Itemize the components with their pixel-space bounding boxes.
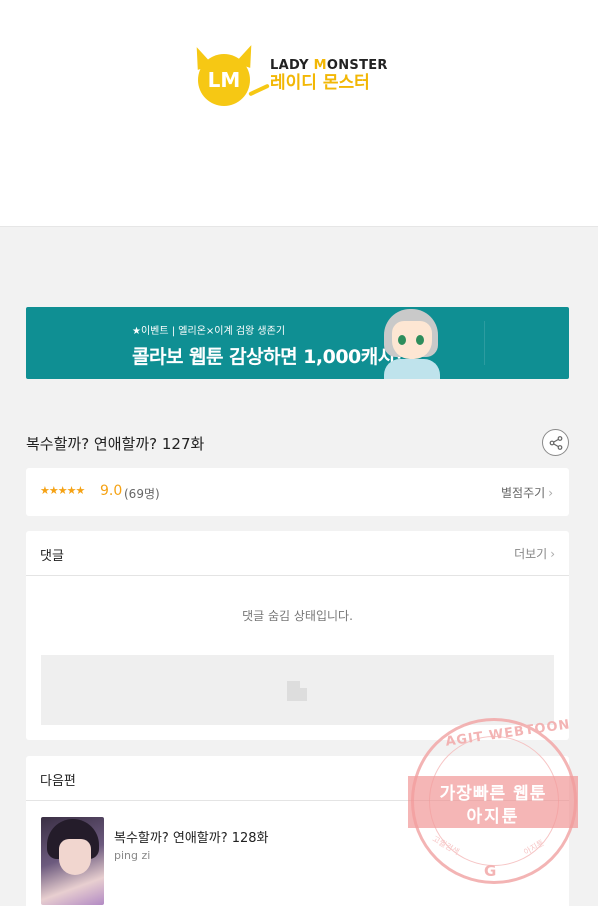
banner-divider (484, 321, 485, 365)
chevron-right-icon: › (550, 547, 555, 561)
ad-placeholder[interactable] (41, 655, 554, 725)
rating-count: (69명) (124, 487, 160, 501)
banner-main-text: 콜라보 웹툰 감상하면 1,000캐시! (132, 346, 403, 368)
rate-button[interactable]: 별점주기 › (501, 484, 553, 501)
logo-mark-text: LM (207, 68, 241, 92)
logo-name-en: LADY MONSTER (270, 57, 388, 73)
chevron-right-icon: › (548, 486, 553, 500)
site-logo[interactable]: LM LADY MONSTER 레이디 몬스터 (190, 42, 394, 108)
comments-more-button[interactable]: 더보기 › (514, 545, 555, 562)
watermark-stamp: AGIT WEBTOON 가장빠른 웹툰 아지툰 고퀄검색 아지툰 G (405, 716, 578, 886)
banner-sub-text: ★이벤트 | 엘리온×이계 검왕 생존기 (132, 326, 286, 337)
episode-title: 복수할까? 연애할까? 127화 (26, 435, 205, 453)
rating-score: 9.0 (100, 483, 123, 499)
next-episode-item-title: 복수할까? 연애할까? 128화 (114, 831, 269, 846)
google-icon: G (484, 862, 497, 880)
comments-header: 댓글 더보기 › (26, 531, 569, 576)
logo-wordmark: LADY MONSTER 레이디 몬스터 (270, 59, 388, 92)
banner-character-image (378, 307, 448, 379)
comments-hidden-message: 댓글 숨김 상태입니다. (242, 609, 353, 623)
share-button[interactable] (542, 429, 569, 456)
rating-stars-icon: ★★★★★ (40, 484, 85, 497)
event-banner[interactable]: ★이벤트 | 엘리온×이계 검왕 생존기 콜라보 웹툰 감상하면 1,000캐시… (26, 307, 569, 379)
next-episode-thumbnail (41, 817, 104, 905)
next-episode-title: 다음편 (40, 774, 76, 789)
watermark-line2: 아지툰 (466, 807, 520, 827)
logo-name-ko: 레이디 몬스터 (270, 72, 370, 93)
logo-mark-icon: LM (190, 42, 270, 106)
comments-title: 댓글 (40, 549, 64, 564)
next-episode-author: ping zi (114, 849, 151, 862)
ad-placeholder-icon (287, 681, 307, 701)
watermark-line1: 가장빠른 웹툰 (439, 784, 547, 804)
comments-card: 댓글 더보기 › 댓글 숨김 상태입니다. (26, 531, 569, 740)
rating-card: ★★★★★ 9.0 (69명) 별점주기 › (26, 468, 569, 516)
site-header: LM LADY MONSTER 레이디 몬스터 (0, 0, 598, 227)
share-icon (549, 436, 563, 450)
